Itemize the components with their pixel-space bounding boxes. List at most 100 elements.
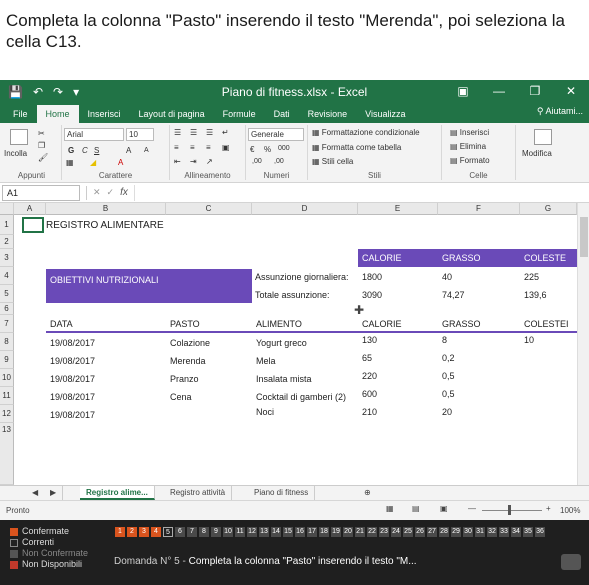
copy-icon[interactable]: ❐: [38, 141, 45, 150]
cell-b1[interactable]: REGISTRO ALIMENTARE: [46, 220, 164, 231]
question-number-20[interactable]: 20: [343, 527, 353, 537]
format-table-button[interactable]: ▦ Formatta come tabella: [312, 143, 401, 152]
table-head-cholesterol[interactable]: COLESTEI: [524, 319, 569, 329]
row-header[interactable]: 6: [0, 303, 14, 315]
tab-data[interactable]: Dati: [265, 105, 299, 123]
zoom-slider-thumb[interactable]: [508, 505, 511, 515]
question-number-34[interactable]: 34: [511, 527, 521, 537]
question-number-14[interactable]: 14: [271, 527, 281, 537]
table-row[interactable]: 19/08/2017: [50, 392, 95, 402]
align-bottom-icon[interactable]: ☰: [206, 128, 213, 137]
select-all-corner[interactable]: [0, 203, 14, 215]
font-size-select[interactable]: 10: [126, 128, 154, 141]
sheet-tab-fitness-plan[interactable]: Piano di fitness: [248, 486, 316, 500]
question-number-5[interactable]: 5: [163, 527, 173, 537]
question-number-3[interactable]: 3: [139, 527, 149, 537]
question-number-36[interactable]: 36: [535, 527, 545, 537]
row-header[interactable]: 9: [0, 351, 14, 369]
font-grow-button[interactable]: A: [126, 146, 131, 155]
question-number-2[interactable]: 2: [127, 527, 137, 537]
question-number-10[interactable]: 10: [223, 527, 233, 537]
table-row[interactable]: 600: [362, 389, 377, 399]
question-number-1[interactable]: 1: [115, 527, 125, 537]
percent-button[interactable]: %: [264, 145, 271, 154]
undo-icon[interactable]: ↶: [33, 85, 43, 99]
delete-cells-button[interactable]: ▤ Elimina: [450, 142, 486, 151]
question-number-18[interactable]: 18: [319, 527, 329, 537]
table-row[interactable]: Cocktail di gamberi (2): [256, 392, 346, 402]
question-number-8[interactable]: 8: [199, 527, 209, 537]
question-number-22[interactable]: 22: [367, 527, 377, 537]
row-header[interactable]: 5: [0, 285, 14, 303]
save-icon[interactable]: 💾: [8, 85, 23, 99]
conditional-format-button[interactable]: ▦ Formattazione condizionale: [312, 128, 420, 137]
table-head-fat[interactable]: GRASSO: [442, 319, 481, 329]
formula-input[interactable]: [133, 184, 589, 201]
border-icon[interactable]: ▦: [66, 158, 74, 167]
paste-icon[interactable]: [10, 129, 28, 145]
redo-icon[interactable]: ↷: [53, 85, 63, 99]
align-top-icon[interactable]: ☰: [174, 128, 181, 137]
underline-button[interactable]: S: [94, 146, 99, 155]
cell-total-cholesterol[interactable]: 139,6: [524, 290, 547, 300]
table-row[interactable]: 210: [362, 407, 377, 417]
table-row[interactable]: Noci: [256, 407, 274, 417]
question-number-25[interactable]: 25: [403, 527, 413, 537]
row-header[interactable]: 2: [0, 235, 14, 249]
question-number-23[interactable]: 23: [379, 527, 389, 537]
cell-total-fat[interactable]: 74,27: [442, 290, 465, 300]
search-icon[interactable]: [534, 129, 552, 145]
row-header[interactable]: 1: [0, 215, 14, 235]
question-number-12[interactable]: 12: [247, 527, 257, 537]
restore-icon[interactable]: ❐: [517, 80, 553, 103]
modify-button[interactable]: Modifica: [522, 149, 552, 158]
question-number-21[interactable]: 21: [355, 527, 365, 537]
table-head-food[interactable]: ALIMENTO: [256, 319, 302, 329]
merge-icon[interactable]: ▣: [222, 143, 230, 152]
column-header-b[interactable]: B: [46, 203, 166, 215]
table-row[interactable]: 220: [362, 371, 377, 381]
column-header-g[interactable]: G: [520, 203, 577, 215]
sheet-next-icon[interactable]: ▶: [44, 486, 64, 500]
zoom-out-icon[interactable]: —: [468, 504, 476, 513]
cell-intake-calories[interactable]: 1800: [362, 272, 382, 282]
align-right-icon[interactable]: ≡: [206, 143, 211, 152]
question-number-9[interactable]: 9: [211, 527, 221, 537]
cell-intake-label[interactable]: Assunzione giornaliera:: [255, 272, 349, 282]
sheet-tab-food-log[interactable]: Registro alime...: [80, 486, 155, 500]
cancel-icon[interactable]: ✕: [93, 187, 101, 198]
table-row[interactable]: 8: [442, 335, 447, 345]
indent-increase-icon[interactable]: ⇥: [190, 157, 197, 166]
wrap-text-icon[interactable]: ↵: [222, 128, 229, 137]
question-number-7[interactable]: 7: [187, 527, 197, 537]
question-number-27[interactable]: 27: [427, 527, 437, 537]
column-header-a[interactable]: A: [14, 203, 46, 215]
goal-head-cholesterol[interactable]: COLESTE: [524, 253, 566, 263]
question-number-28[interactable]: 28: [439, 527, 449, 537]
sheet-prev-icon[interactable]: ◀: [26, 486, 44, 500]
paste-button[interactable]: Incolla: [4, 149, 27, 158]
page-layout-view-icon[interactable]: ▤: [412, 504, 420, 513]
customize-icon[interactable]: ▾: [73, 85, 79, 99]
question-number-11[interactable]: 11: [235, 527, 245, 537]
vertical-scrollbar[interactable]: [577, 203, 589, 485]
align-center-icon[interactable]: ≡: [190, 143, 195, 152]
question-number-15[interactable]: 15: [283, 527, 293, 537]
table-row[interactable]: 19/08/2017: [50, 374, 95, 384]
table-row[interactable]: Pranzo: [170, 374, 199, 384]
table-row[interactable]: Cena: [170, 392, 192, 402]
row-header[interactable]: 13: [0, 423, 14, 485]
italic-button[interactable]: C: [82, 146, 88, 155]
question-number-24[interactable]: 24: [391, 527, 401, 537]
table-row[interactable]: 65: [362, 353, 372, 363]
goal-head-calories[interactable]: CALORIE: [362, 253, 402, 263]
goal-head-fat[interactable]: GRASSO: [442, 253, 481, 263]
table-row[interactable]: 19/08/2017: [50, 338, 95, 348]
table-row[interactable]: Mela: [256, 356, 276, 366]
column-header-d[interactable]: D: [252, 203, 358, 215]
question-number-6[interactable]: 6: [175, 527, 185, 537]
indent-decrease-icon[interactable]: ⇤: [174, 157, 181, 166]
question-number-31[interactable]: 31: [475, 527, 485, 537]
table-row[interactable]: Colazione: [170, 338, 210, 348]
number-format-select[interactable]: Generale: [248, 128, 304, 141]
